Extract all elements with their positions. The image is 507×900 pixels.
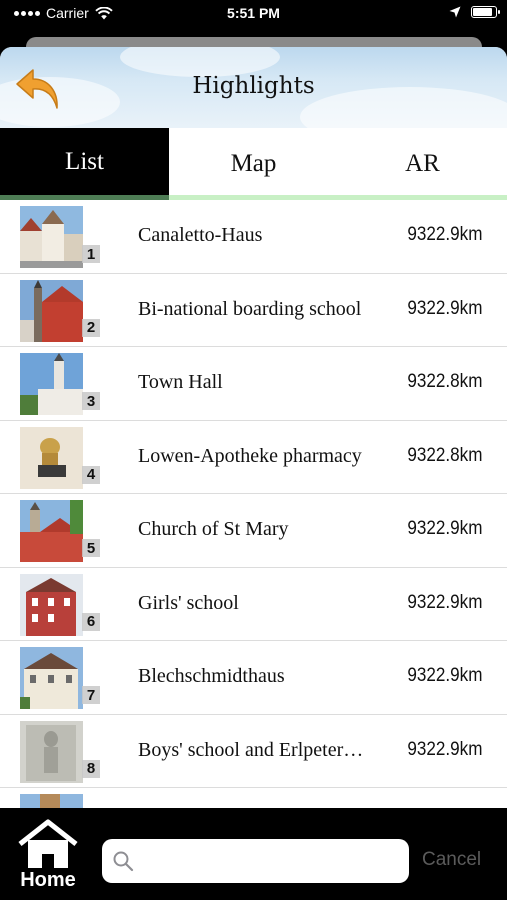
highlights-list[interactable]: 1 Canaletto-Haus 9322.9km 2 Bi-national … xyxy=(0,200,507,810)
item-distance: 9322.9km xyxy=(406,224,482,245)
item-distance: 9322.9km xyxy=(406,665,482,686)
status-bar: Carrier 5:51 PM xyxy=(0,0,507,30)
tab-bar: List Map AR xyxy=(0,128,507,200)
home-button[interactable]: Home xyxy=(12,816,84,896)
battery-icon xyxy=(471,6,500,18)
list-item[interactable]: 2 Bi-national boarding school 9322.9km xyxy=(0,274,507,347)
home-label: Home xyxy=(20,869,76,891)
home-icon xyxy=(18,819,78,868)
highlights-sheet: Highlights List Map AR 1 Canaletto-Haus … xyxy=(0,47,507,900)
item-title: Lowen-Apotheke pharmacy xyxy=(138,444,362,467)
thumbnail: 2 xyxy=(20,279,100,342)
item-distance: 9322.9km xyxy=(406,591,482,613)
item-title: Church of St Mary xyxy=(138,518,289,540)
list-item[interactable]: 5 Church of St Mary 9322.9km xyxy=(0,494,507,568)
list-item-partial[interactable] xyxy=(0,788,507,810)
item-title: Town Hall xyxy=(138,371,223,393)
thumbnail: 6 xyxy=(20,573,100,636)
item-number-badge: 1 xyxy=(82,245,100,263)
item-title: Blechschmidthaus xyxy=(138,665,285,687)
bottom-bar: Home Cancel xyxy=(0,808,507,900)
item-number-badge: 3 xyxy=(82,392,100,410)
item-number-badge: 6 xyxy=(82,612,100,631)
thumbnail: 7 xyxy=(20,647,100,709)
item-distance: 9322.9km xyxy=(406,297,482,319)
item-number-badge: 7 xyxy=(82,686,100,704)
location-arrow-icon xyxy=(449,6,461,18)
item-number-badge: 4 xyxy=(82,465,100,484)
item-distance: 9322.9km xyxy=(406,518,482,539)
page-title: Highlights xyxy=(192,73,315,99)
header: Highlights xyxy=(0,47,507,147)
list-item[interactable]: 7 Blechschmidthaus 9322.9km xyxy=(0,641,507,715)
status-right xyxy=(449,6,500,18)
status-time: 5:51 PM xyxy=(227,5,280,21)
search-box xyxy=(102,839,409,883)
tab-ar[interactable]: AR xyxy=(338,128,507,200)
list-item[interactable]: 3 Town Hall 9322.8km xyxy=(0,347,507,421)
cancel-button[interactable]: Cancel xyxy=(422,849,481,871)
item-title: Girls' school xyxy=(138,591,239,614)
search-icon xyxy=(113,851,134,872)
thumbnail: 4 xyxy=(20,426,100,489)
search-input[interactable] xyxy=(136,839,401,883)
item-title: Canaletto-Haus xyxy=(138,224,263,246)
item-number-badge: 2 xyxy=(82,318,100,337)
item-distance: 9322.8km xyxy=(406,371,482,392)
thumbnail: 1 xyxy=(20,206,100,268)
thumbnail: 8 xyxy=(20,720,100,783)
list-item[interactable]: 6 Girls' school 9322.9km xyxy=(0,568,507,641)
thumbnail: 5 xyxy=(20,500,100,562)
item-title: Boys' school and Erlpeter… xyxy=(138,738,364,761)
item-number-badge: 8 xyxy=(82,759,100,778)
tab-map[interactable]: Map xyxy=(169,128,338,200)
item-distance: 9322.9km xyxy=(406,738,482,760)
list-item[interactable]: 1 Canaletto-Haus 9322.9km xyxy=(0,200,507,274)
list-item[interactable]: 4 Lowen-Apotheke pharmacy 9322.8km xyxy=(0,421,507,494)
tab-list[interactable]: List xyxy=(0,128,169,200)
thumbnail: 3 xyxy=(20,353,100,415)
item-number-badge: 5 xyxy=(82,539,100,557)
list-item[interactable]: 8 Boys' school and Erlpeter… 9322.9km xyxy=(0,715,507,788)
item-title: Bi-national boarding school xyxy=(138,297,362,320)
item-distance: 9322.8km xyxy=(406,444,482,466)
